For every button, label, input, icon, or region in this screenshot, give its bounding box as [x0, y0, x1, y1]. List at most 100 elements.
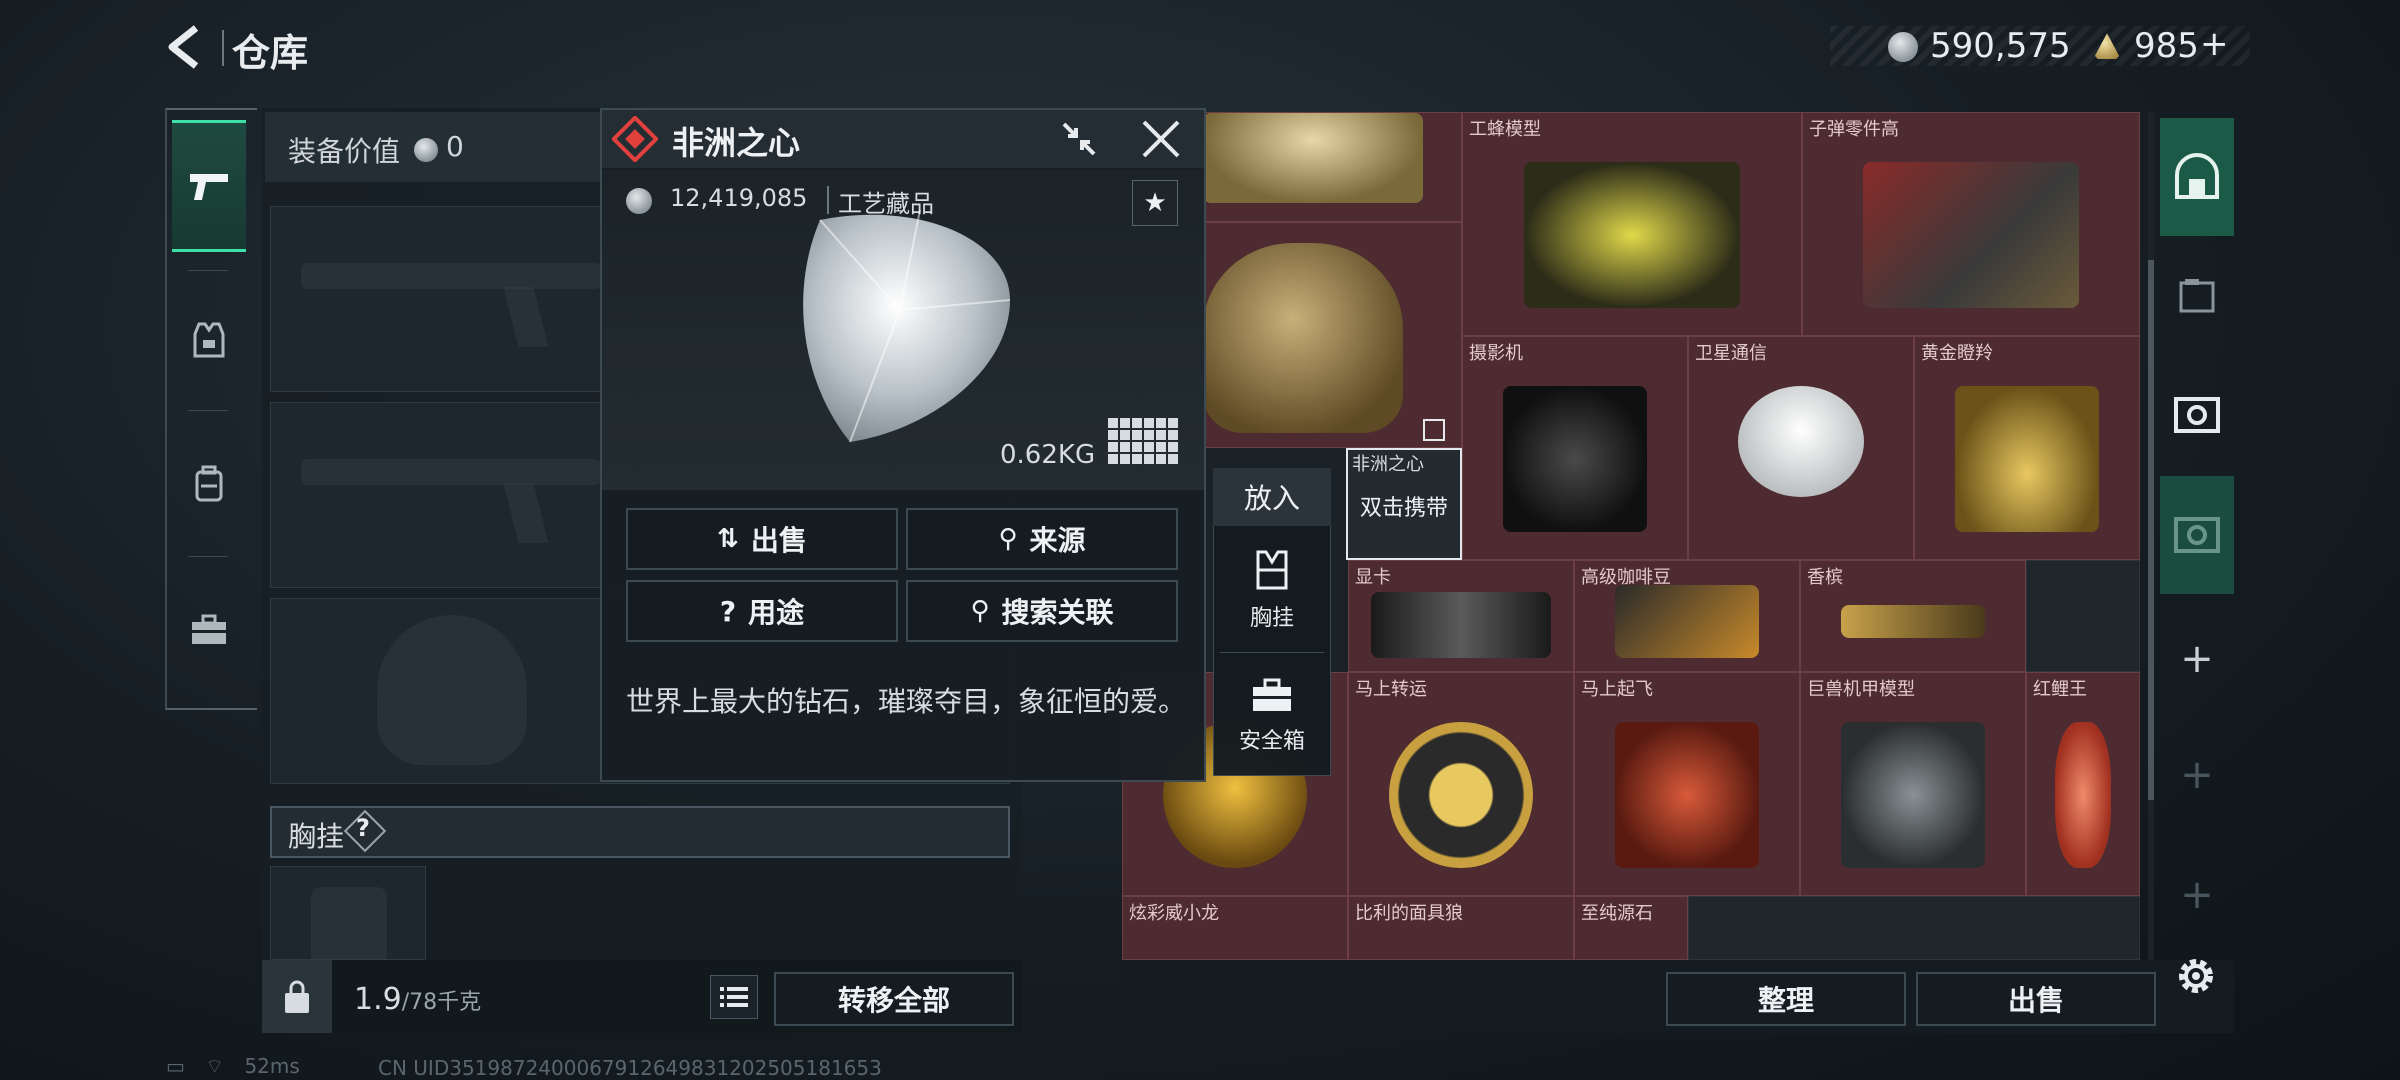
- item-label: 至纯源石: [1581, 903, 1653, 924]
- popup-source-label: 来源: [1029, 524, 1086, 557]
- silver-coin-icon: [414, 138, 438, 162]
- storage-tab-icon: [2175, 153, 2219, 199]
- search-icon: ⚲: [998, 524, 1018, 554]
- item-label: 巨兽机甲模型: [1807, 679, 1915, 700]
- item-label: 香槟: [1807, 567, 1843, 588]
- empty-cell[interactable]: [2026, 560, 2140, 672]
- grid-item-satellite[interactable]: 卫星通信: [1688, 336, 1914, 560]
- rifle-mag-silhouette: [503, 287, 549, 347]
- grid-item-mecha[interactable]: 巨兽机甲模型: [1800, 672, 2026, 896]
- champagne-image: [1841, 605, 1985, 638]
- grid-item-bullet-parts[interactable]: 子弹零件高: [1802, 112, 2140, 336]
- helmet-silhouette-icon: [377, 615, 527, 765]
- chest-rig-slot[interactable]: [270, 866, 426, 961]
- chest-rig-label: 胸挂: [288, 820, 345, 853]
- favorite-star-icon[interactable]: ★: [1132, 180, 1178, 226]
- weight-lock-button[interactable]: [262, 960, 332, 1033]
- equip-value: 0: [446, 130, 464, 163]
- bullet-parts-image: [1863, 161, 2079, 309]
- coffee-image: [1615, 585, 1759, 658]
- bust-image: [1203, 243, 1403, 433]
- popup-sell-button[interactable]: ⇅ 出售: [626, 508, 898, 570]
- page-title: 仓库: [232, 31, 309, 75]
- grid-item-pure-stone[interactable]: 至纯源石: [1574, 896, 1688, 960]
- chest-rig-silhouette-icon: [311, 887, 387, 961]
- question-icon: ?: [719, 594, 737, 628]
- storage-tab-main[interactable]: [2160, 118, 2234, 236]
- item-label: 显卡: [1355, 567, 1391, 588]
- search-icon: ⚲: [970, 596, 990, 626]
- grid-item-wolf-mask[interactable]: 比利的面具狼: [1348, 896, 1574, 960]
- empty-cell[interactable]: [1688, 896, 2140, 960]
- vase-image: [1203, 113, 1423, 203]
- folder-icon: [2179, 279, 2215, 313]
- close-icon[interactable]: [1140, 118, 1182, 160]
- organize-button[interactable]: 整理: [1666, 972, 1906, 1026]
- grid-item-horse-coin[interactable]: 马上转运: [1348, 672, 1574, 896]
- item-label: 红鲤王: [2033, 679, 2087, 700]
- add-tab-button-disabled: +: [2180, 872, 2214, 918]
- rail-vest-button[interactable]: [172, 274, 246, 406]
- item-label: 黄金瞪羚: [1921, 343, 1993, 364]
- rail-safe-box-button[interactable]: [172, 564, 246, 696]
- back-arrow-icon[interactable]: [160, 22, 210, 72]
- rifle-silhouette-icon: [301, 459, 601, 485]
- place-into-safe-box[interactable]: 安全箱: [1213, 654, 1331, 778]
- sell-button[interactable]: 出售: [1916, 972, 2156, 1026]
- vest-icon: [193, 322, 225, 358]
- add-tab-button[interactable]: +: [2160, 600, 2234, 718]
- mecha-image: [1841, 721, 1985, 869]
- bee-model-image: [1523, 161, 1741, 309]
- grid-item-horse-fly[interactable]: 马上起飞: [1574, 672, 1800, 896]
- popup-sell-label: 出售: [750, 524, 807, 557]
- drag-preview-label: 非洲之心: [1352, 454, 1424, 475]
- grid-item-red-fish[interactable]: 红鲤王: [2026, 672, 2140, 896]
- popup-use-label: 用途: [748, 596, 805, 629]
- collapse-icon[interactable]: [1058, 118, 1100, 160]
- popup-search-related-button[interactable]: ⚲ 搜索关联: [906, 580, 1178, 642]
- item-label: 马上转运: [1355, 679, 1427, 700]
- safe-tab-iv-icon: [2174, 517, 2220, 553]
- item-description: 世界上最大的钻石，璀璨夺目，象征恒的爱。: [626, 685, 1187, 718]
- transfer-all-button[interactable]: 转移全部: [774, 972, 1014, 1026]
- storage-tab-4[interactable]: [2160, 476, 2234, 594]
- safe-box-option-label: 安全箱: [1238, 729, 1305, 754]
- add-tab-button-disabled: +: [2180, 752, 2214, 798]
- gold-amount: 985: [2134, 26, 2199, 66]
- diamond-image: [803, 209, 1011, 443]
- rail-weapons-button[interactable]: [172, 120, 246, 252]
- rail-divider: [188, 270, 228, 271]
- sell-icon: ⇅: [717, 524, 739, 554]
- grid-item-dragon[interactable]: 炫彩威小龙: [1122, 896, 1348, 960]
- grid-scrollbar-thumb[interactable]: [2148, 260, 2154, 800]
- rail-backpack-button[interactable]: [172, 418, 246, 550]
- rail-divider: [188, 556, 228, 557]
- briefcase-icon: [192, 614, 226, 644]
- popup-use-button[interactable]: ? 用途: [626, 580, 898, 642]
- grid-item-coffee[interactable]: 高级咖啡豆: [1574, 560, 1800, 672]
- expand-icon: [1423, 419, 1445, 441]
- gpu-image: [1371, 591, 1551, 658]
- add-currency-button[interactable]: +: [2200, 24, 2229, 64]
- horse-fly-image: [1615, 721, 1759, 869]
- grid-item-gold-deer[interactable]: 黄金瞪羚: [1914, 336, 2140, 560]
- backpack-icon: [195, 465, 223, 502]
- item-label: 子弹零件高: [1809, 119, 1899, 140]
- silver-coin-icon: [1888, 32, 1918, 62]
- help-text: ?: [356, 814, 370, 842]
- popup-source-button[interactable]: ⚲ 来源: [906, 508, 1178, 570]
- list-view-button[interactable]: [710, 975, 758, 1019]
- briefcase-icon: [1253, 678, 1291, 711]
- grid-item-champagne[interactable]: 香槟: [1800, 560, 2026, 672]
- grid-item-camera[interactable]: 摄影机: [1462, 336, 1688, 560]
- place-into-chest-rig[interactable]: 胸挂: [1213, 528, 1331, 652]
- grid-item-gpu[interactable]: 显卡: [1348, 560, 1574, 672]
- weight-icon: [285, 980, 309, 1013]
- storage-tab-3[interactable]: [2160, 356, 2234, 474]
- horse-coin-image: [1389, 721, 1533, 869]
- grid-item-bee-model[interactable]: 工蜂模型: [1462, 112, 1802, 336]
- gear-icon[interactable]: [2170, 950, 2222, 1002]
- item-title: 非洲之心: [672, 124, 801, 162]
- storage-tab-2[interactable]: [2160, 236, 2234, 354]
- drag-preview-caption: 双击携带: [1360, 496, 1449, 521]
